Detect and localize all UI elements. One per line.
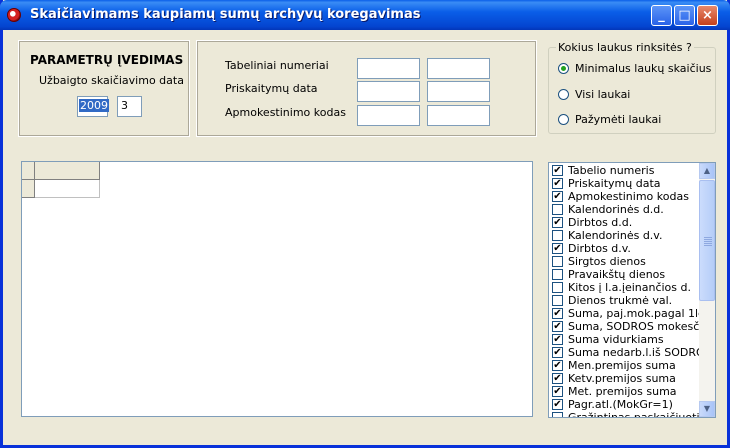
parameters-heading: PARAMETRŲ ĮVEDIMAS [30, 53, 184, 67]
grid-corner-cell [22, 162, 35, 180]
scroll-thumb[interactable] [699, 180, 715, 301]
column-checklist-label: Suma, SODROS mokesč. [568, 320, 703, 333]
app-icon [7, 8, 21, 22]
close-button[interactable]: × [697, 5, 718, 26]
column-checklist-label: Apmokestinimo kodas [568, 190, 689, 203]
month-value: 3 [121, 99, 128, 112]
month-input[interactable]: 3 [117, 96, 142, 117]
column-checklist-label: Dirbtos d.d. [568, 216, 633, 229]
column-checklist-label: Met. premijos suma [568, 385, 677, 398]
column-checklist-label: Kalendorinės d.d. [568, 203, 664, 216]
data-grid[interactable] [21, 161, 533, 417]
maximize-button[interactable]: □ [674, 5, 695, 26]
title-bar[interactable]: Skaičiavimams kaupiamų sumų archyvų kore… [0, 0, 730, 30]
checkbox-checked-icon[interactable]: ✔ [552, 347, 563, 358]
column-checklist-label: Pagr.atl.(MokGr=1) [568, 398, 673, 411]
column-checklist-label: Ketv.premijos suma [568, 372, 676, 385]
grid-cell[interactable] [35, 180, 100, 198]
radio-marked-icon[interactable] [558, 114, 569, 125]
checkbox-checked-icon[interactable]: ✔ [552, 373, 563, 384]
tax-code-from-input[interactable] [357, 105, 420, 126]
tab-numbers-to-input[interactable] [427, 58, 490, 79]
column-checklist-label: Sirgtos dienos [568, 255, 646, 268]
accrual-date-label: Priskaitymų data [225, 82, 318, 95]
grid-header-cell[interactable] [35, 162, 100, 180]
main-window: Skaičiavimams kaupiamų sumų archyvų kore… [0, 0, 730, 448]
column-checklist-label: Suma vidurkiams [568, 333, 664, 346]
year-input[interactable]: 2009 [77, 96, 109, 117]
checkbox-unchecked-icon[interactable] [552, 204, 563, 215]
vertical-scrollbar[interactable]: ▲ ▼ [699, 163, 715, 417]
checkbox-unchecked-icon[interactable] [552, 295, 563, 306]
column-checklist-label: Tabelio numeris [568, 164, 655, 177]
checkbox-checked-icon[interactable]: ✔ [552, 217, 563, 228]
checkbox-unchecked-icon[interactable] [552, 282, 563, 293]
checkbox-checked-icon[interactable]: ✔ [552, 191, 563, 202]
checkbox-checked-icon[interactable]: ✔ [552, 178, 563, 189]
column-checklist-label: Kalendorinės d.v. [568, 229, 663, 242]
radio-all-icon[interactable] [558, 89, 569, 100]
checkbox-checked-icon[interactable]: ✔ [552, 386, 563, 397]
tab-numbers-label: Tabeliniai numeriai [225, 59, 329, 72]
column-checklist-label: Suma nedarb.l.iš SODROS [568, 346, 712, 359]
scroll-down-icon[interactable]: ▼ [699, 401, 715, 417]
checkbox-checked-icon[interactable]: ✔ [552, 399, 563, 410]
checkbox-checked-icon[interactable]: ✔ [552, 243, 563, 254]
completed-date-label: Užbaigto skaičiavimo data [39, 74, 184, 87]
column-checklist-label: Dirbtos d.v. [568, 242, 631, 255]
column-checklist-label: Dienos trukmė val. [568, 294, 673, 307]
window-title: Skaičiavimams kaupiamų sumų archyvų kore… [30, 7, 421, 22]
column-checklist-label: Pravaikštų dienos [568, 268, 666, 281]
checkbox-unchecked-icon[interactable] [552, 412, 563, 417]
checkbox-unchecked-icon[interactable] [552, 230, 563, 241]
tax-code-label: Apmokestinimo kodas [225, 106, 346, 119]
column-checklist-label: Suma, paj.mok.pagal 1lent [568, 307, 716, 320]
year-value: 2009 [79, 99, 109, 112]
checkbox-checked-icon[interactable]: ✔ [552, 334, 563, 345]
column-checklist-label: Grąžintinas paskaičiuoti [568, 411, 700, 418]
minimize-button[interactable]: _ [651, 5, 672, 26]
accrual-date-to-input[interactable] [427, 81, 490, 102]
checkbox-unchecked-icon[interactable] [552, 269, 563, 280]
grid-row-indicator[interactable] [22, 180, 35, 198]
radio-minimal-label[interactable]: Minimalus laukų skaičius [575, 62, 711, 75]
radio-marked-label[interactable]: Pažymėti laukai [575, 113, 661, 126]
checkbox-checked-icon[interactable]: ✔ [552, 165, 563, 176]
checkbox-checked-icon[interactable]: ✔ [552, 321, 563, 332]
column-checklist[interactable]: ✔ Tabelio numeris ✔ Priskaitymų data ✔ Apmoke… [548, 162, 716, 418]
column-checklist-label: Kitos į l.a.įeinančios d. [568, 281, 691, 294]
tab-numbers-from-input[interactable] [357, 58, 420, 79]
radio-all-label[interactable]: Visi laukai [575, 88, 630, 101]
checkbox-checked-icon[interactable]: ✔ [552, 308, 563, 319]
checkbox-unchecked-icon[interactable] [552, 256, 563, 267]
column-checklist-label: Priskaitymų data [568, 177, 661, 190]
radio-minimal-icon[interactable] [558, 63, 569, 74]
checkbox-checked-icon[interactable]: ✔ [552, 360, 563, 371]
column-checklist-label: Men.premijos suma [568, 359, 676, 372]
accrual-date-from-input[interactable] [357, 81, 420, 102]
field-selection-legend: Kokius laukus rinksitės ? [556, 41, 694, 54]
tax-code-to-input[interactable] [427, 105, 490, 126]
scroll-up-icon[interactable]: ▲ [699, 163, 715, 179]
